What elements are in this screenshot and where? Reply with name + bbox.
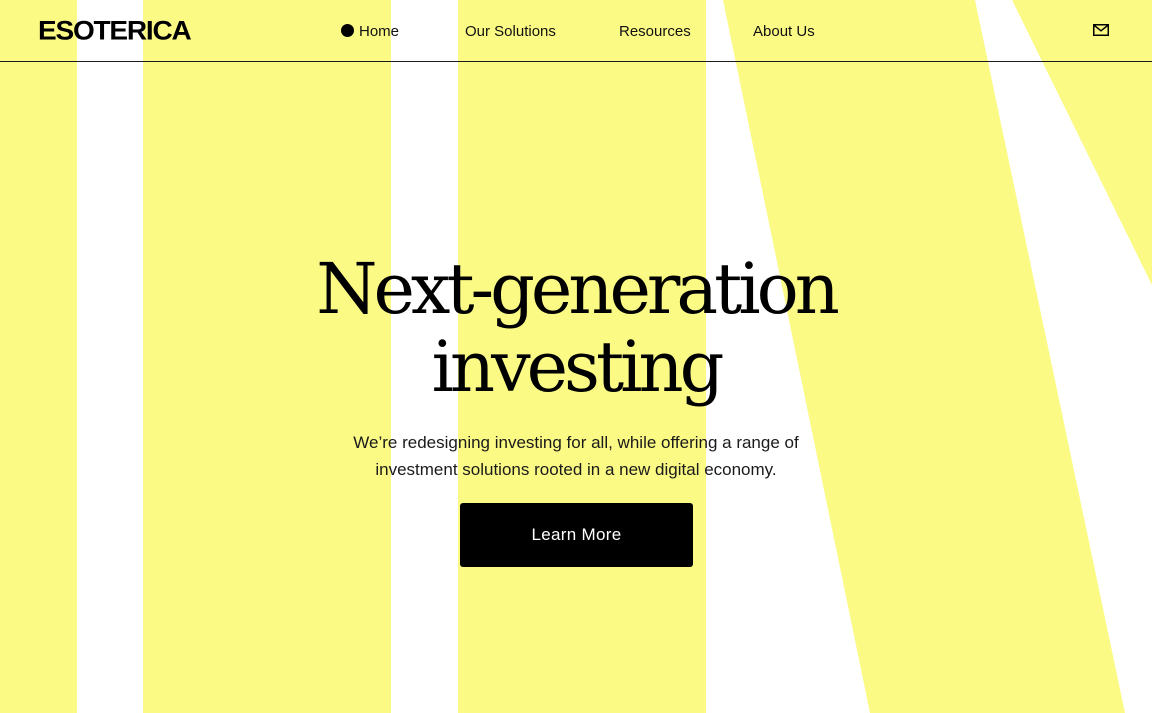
nav-about-us[interactable]: About Us — [753, 22, 815, 42]
mail-icon[interactable] — [1093, 24, 1109, 36]
learn-more-button[interactable]: Learn More — [460, 503, 693, 567]
nav-resources[interactable]: Resources — [619, 22, 691, 42]
hero-subtitle-line-1: We’re redesigning investing for all, whi… — [353, 433, 799, 452]
logo[interactable]: ESOTERICA — [38, 15, 192, 47]
nav-home[interactable]: Home — [341, 22, 399, 42]
hero-title-line-2: investing — [431, 326, 725, 408]
hero-subtitle: We’re redesigning investing for all, whi… — [0, 429, 1152, 483]
active-dot-icon — [341, 24, 354, 37]
site-header: ESOTERICA Home Our Solutions Resources A… — [0, 0, 1152, 62]
nav-our-solutions[interactable]: Our Solutions — [465, 22, 556, 42]
nav-home-label: Home — [359, 23, 400, 40]
hero-title-line-1: Next-generation — [316, 248, 840, 330]
hero-subtitle-line-2: investment solutions rooted in a new dig… — [375, 460, 777, 479]
hero-title: Next-generation investing — [0, 250, 1152, 406]
